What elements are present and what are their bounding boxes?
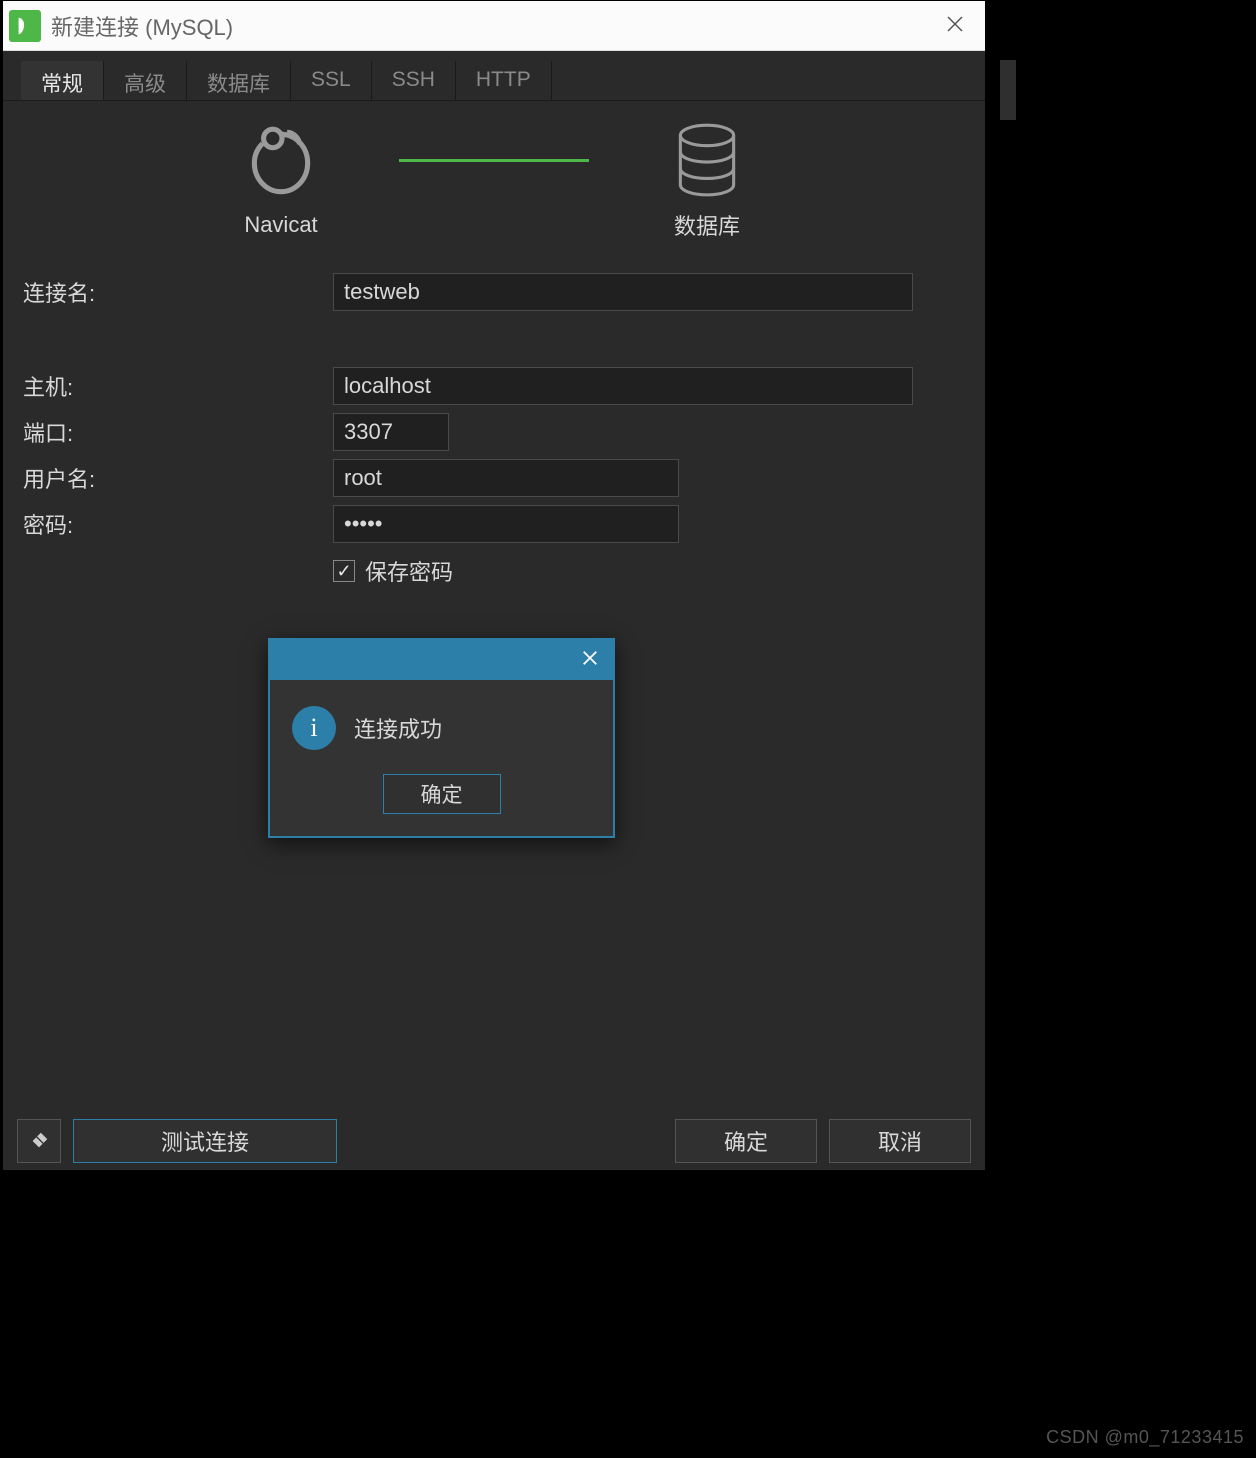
save-password-checkbox[interactable]: ✓ (333, 560, 355, 582)
titlebar: 新建连接 (MySQL) (3, 1, 985, 51)
conn-name-input[interactable] (333, 273, 913, 311)
tab-ssh[interactable]: SSH (372, 61, 456, 100)
watermark-text: CSDN @m0_71233415 (1046, 1427, 1244, 1448)
tab-content: Navicat 数据库 连接名: 主机: 端口: (3, 101, 985, 1169)
link-icon-button[interactable] (17, 1119, 61, 1163)
cancel-button[interactable]: 取消 (829, 1119, 971, 1163)
tab-bar: 常规 高级 数据库 SSL SSH HTTP (3, 61, 985, 101)
connection-form: 连接名: 主机: 端口: 用户名: 密码: ✓ 保存密码 (23, 269, 965, 587)
info-icon: i (292, 706, 336, 750)
diagram-connection-line (399, 159, 589, 162)
host-input[interactable] (333, 367, 913, 405)
tab-general[interactable]: 常规 (21, 61, 104, 100)
password-label: 密码: (23, 508, 333, 540)
side-background (985, 0, 1256, 1458)
tab-http[interactable]: HTTP (456, 61, 552, 100)
window-title: 新建连接 (MySQL) (51, 10, 931, 42)
save-password-label: 保存密码 (365, 555, 453, 587)
window-close-button[interactable] (931, 10, 979, 41)
database-icon (666, 119, 748, 201)
dialog-titlebar (270, 640, 613, 680)
diagram-right-label: 数据库 (674, 209, 740, 241)
tab-database[interactable]: 数据库 (187, 61, 291, 100)
footer-bar: 测试连接 确定 取消 (3, 1112, 985, 1170)
test-connection-button[interactable]: 测试连接 (73, 1119, 337, 1163)
port-label: 端口: (23, 416, 333, 448)
side-tab-handle (1000, 60, 1016, 120)
dialog-message: 连接成功 (354, 712, 442, 744)
dialog-ok-button[interactable]: 确定 (383, 774, 501, 814)
connection-dialog-window: 新建连接 (MySQL) 常规 高级 数据库 SSL SSH HTTP Navi… (3, 1, 985, 1169)
host-label: 主机: (23, 370, 333, 402)
tab-advanced[interactable]: 高级 (104, 61, 187, 100)
password-input[interactable] (333, 505, 679, 543)
ok-button[interactable]: 确定 (675, 1119, 817, 1163)
user-label: 用户名: (23, 462, 333, 494)
message-dialog: i 连接成功 确定 (268, 638, 615, 838)
navicat-app-icon (9, 10, 41, 42)
conn-name-label: 连接名: (23, 276, 333, 308)
port-input[interactable] (333, 413, 449, 451)
user-input[interactable] (333, 459, 679, 497)
diagram-left-label: Navicat (244, 212, 317, 238)
tab-ssl[interactable]: SSL (291, 61, 372, 100)
dialog-close-button[interactable] (581, 646, 599, 674)
connection-diagram: Navicat 数据库 (23, 119, 965, 241)
navicat-logo-icon (240, 122, 322, 204)
